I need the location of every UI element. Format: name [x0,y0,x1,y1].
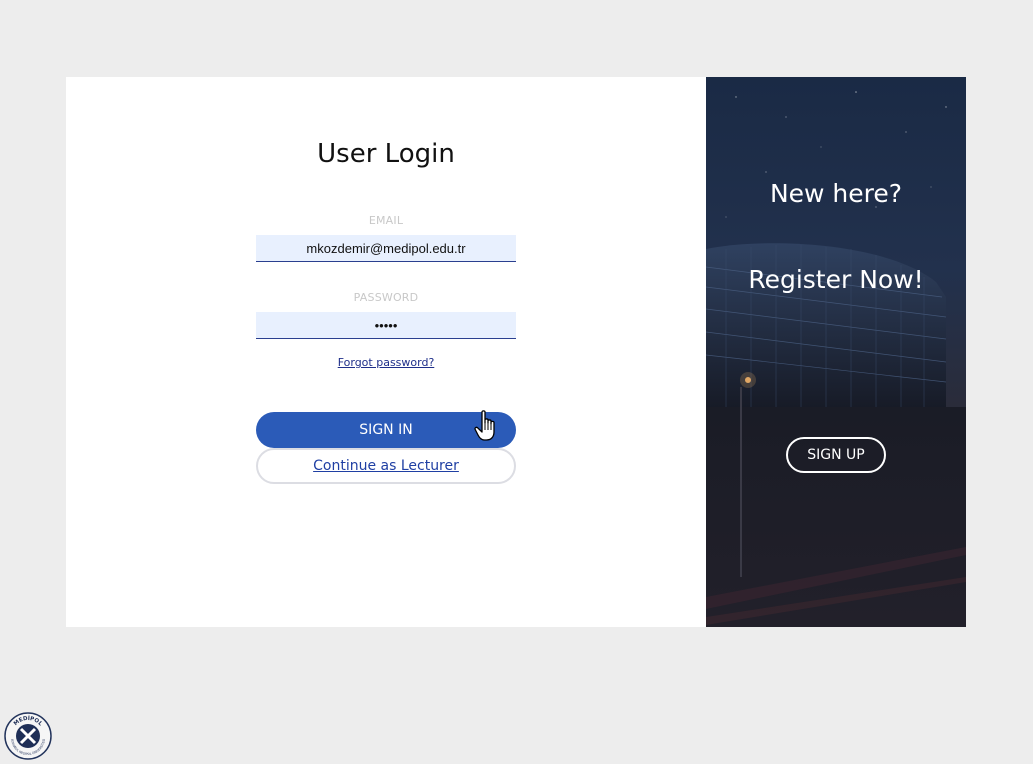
login-panel: User Login EMAIL PASSWORD Forgot passwor… [66,77,706,627]
sign-up-button[interactable]: SIGN UP [786,437,886,473]
new-here-heading: New here? [769,179,903,208]
login-card: User Login EMAIL PASSWORD Forgot passwor… [66,77,966,627]
register-now-heading: Register Now! [748,265,924,294]
password-field[interactable] [256,312,516,339]
page-title: User Login [317,139,455,169]
password-label: PASSWORD [353,291,419,304]
email-field[interactable] [256,235,516,262]
forgot-password-link[interactable]: Forgot password? [256,356,516,369]
night-campus-background [706,77,966,627]
medipol-logo-icon: MEDİPOL İSTANBUL MEDİPOL ÜNİVERSİTESİ [4,712,52,760]
pointer-hand-icon [474,410,495,441]
email-label: EMAIL [368,214,404,227]
register-panel: New here? Register Now! SIGN UP [706,77,966,627]
continue-as-lecturer-button[interactable]: Continue as Lecturer [256,448,516,484]
